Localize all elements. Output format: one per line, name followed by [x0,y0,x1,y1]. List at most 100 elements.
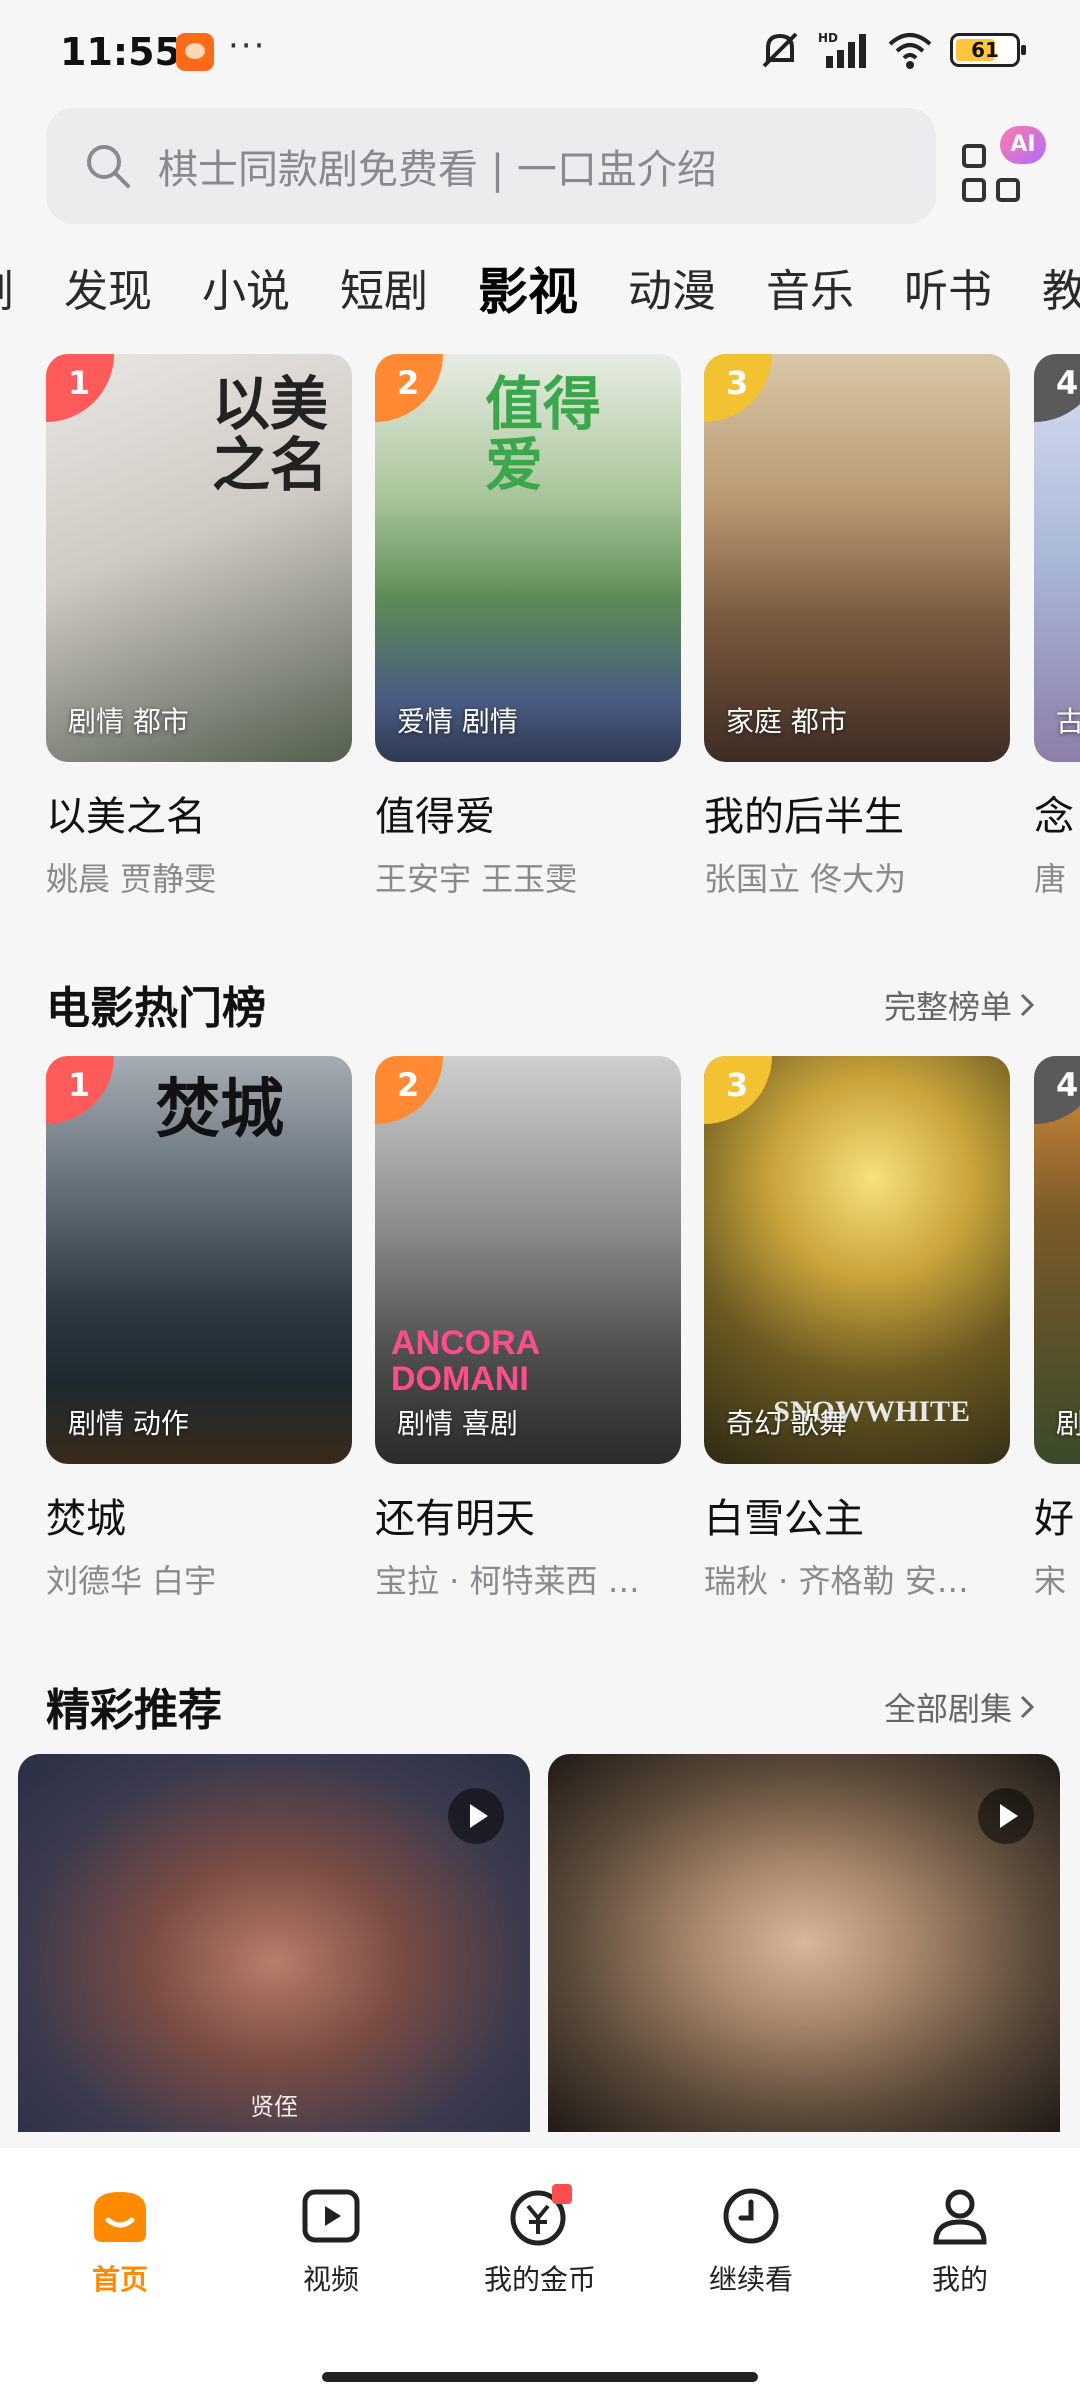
nav-label: 继续看 [708,2263,793,2296]
recommend-video-card[interactable] [548,1754,1060,2132]
movie-card[interactable]: 2 ANCORA DOMANI 剧情 喜剧 还有明天 宝拉 · 柯特莱西 … [375,1056,681,1602]
card-title: 焚城 [46,1496,126,1542]
card-title: 值得爱 [375,794,495,840]
battery-level: 61 [971,38,999,62]
poster-title-art: 焚城 [156,1072,284,1147]
section-title: 精彩推荐 [46,1685,222,1736]
rank-badge: 2 [375,354,443,422]
play-icon[interactable] [448,1788,504,1844]
rank-badge: 3 [704,354,772,422]
category-tabs: 剧发现小说短剧影视动漫音乐听书教 [0,252,1080,332]
drama-card[interactable]: 3 家庭 都市 我的后半生 张国立 佟大为 [704,354,1010,900]
poster-image: 2 值得 爱 爱情 剧情 [375,354,681,762]
nav-label: 视频 [302,2263,359,2296]
genre-tag: 剧情 都市 [68,705,189,738]
card-cast: 宝拉 · 柯特莱西 … [375,1562,640,1600]
rank-badge: 4 [1034,354,1080,422]
all-series-link[interactable]: 全部剧集 [884,1684,1036,1730]
nav-profile[interactable]: 我的 [880,2184,1040,2298]
card-title: 白雪公主 [704,1496,864,1542]
drama-card[interactable]: 4 古 念 唐 [1034,354,1080,900]
tab-8[interactable]: 教 [1042,252,1080,332]
ai-grid-button[interactable]: AI [962,126,1046,208]
genre-tag: 爱情 剧情 [397,705,518,738]
nav-label: 首页 [91,2263,148,2296]
poster-image: 1 以美 之名 剧情 都市 [46,354,352,762]
poster-title-art: 以美 之名 [211,370,328,499]
mute-icon [762,32,798,68]
poster-image: 4 剧 [1034,1056,1080,1464]
card-title: 好 [1034,1496,1074,1542]
card-cast: 刘德华 白宇 [46,1562,217,1600]
more-label: 完整榜单 [883,988,1012,1026]
card-cast: 姚晨 贾静雯 [46,860,217,898]
more-notifications-icon: ··· [228,26,267,66]
poster-title-art: ANCORA DOMANI [391,1324,539,1398]
card-cast: 瑞秋 · 齐格勒 安… [704,1562,969,1600]
card-title: 念 [1034,794,1074,840]
video-icon [299,2184,363,2248]
rank-badge: 4 [1034,1056,1080,1124]
coin-icon [508,2184,572,2248]
card-title: 我的后半生 [704,794,904,840]
movie-card[interactable]: 1 焚城 剧情 动作 焚城 刘德华 白宇 [46,1056,352,1602]
ai-badge: AI [1000,126,1046,164]
card-title: 以美之名 [46,794,206,840]
tab-6[interactable]: 音乐 [766,252,854,332]
tab-2[interactable]: 小说 [202,252,290,332]
card-cast: 唐 [1034,860,1067,898]
search-bar[interactable]: 棋士同款剧免费看 | 一口盅介绍 [46,108,936,224]
tab-0[interactable]: 剧 [0,252,14,332]
card-cast: 张国立 佟大为 [704,860,907,898]
rank-badge: 1 [46,354,114,422]
poster-image: 2 ANCORA DOMANI 剧情 喜剧 [375,1056,681,1464]
grid-cell [962,144,986,168]
nav-home[interactable]: 首页 [40,2184,200,2298]
genre-tag: 家庭 都市 [726,705,847,738]
search-input[interactable]: 棋士同款剧免费看 | 一口盅介绍 [158,137,918,195]
genre-tag: 剧情 动作 [68,1407,189,1440]
card-title: 还有明天 [375,1496,535,1542]
home-indicator[interactable] [322,2372,758,2382]
card-cast: 宋 [1034,1562,1067,1600]
more-label: 全部剧集 [883,1690,1012,1728]
video-subtitle: 贤侄 [250,2093,298,2121]
genre-tag: 奇幻 歌舞 [726,1407,847,1440]
poster-image: 3 SNOWWHITE 奇幻 歌舞 [704,1056,1010,1464]
movie-row: 1 焚城 剧情 动作 焚城 刘德华 白宇 2 ANCORA DOMANI 剧情 … [0,1056,1080,1616]
nav-continue[interactable]: 继续看 [671,2184,831,2298]
card-cast: 王安宇 王玉雯 [375,860,578,898]
full-ranking-link[interactable]: 完整榜单 [884,982,1036,1028]
grid-cell [962,178,986,202]
svg-text:HD: HD [818,31,838,45]
poster-image: 1 焚城 剧情 动作 [46,1056,352,1464]
status-time: 11:55 [60,30,181,74]
movie-card[interactable]: 3 SNOWWHITE 奇幻 歌舞 白雪公主 瑞秋 · 齐格勒 安… [704,1056,1010,1602]
signal-icon: HD [818,31,866,68]
tab-5[interactable]: 动漫 [628,252,716,332]
tab-7[interactable]: 听书 [904,252,992,332]
home-screen: { "status_bar": { "time": "11:55", "dots… [0,0,1080,2401]
bottom-nav: 首页 视频 我的金币 继续看 我的 [0,2148,1080,2401]
drama-card[interactable]: 2 值得 爱 爱情 剧情 值得爱 王安宇 王玉雯 [375,354,681,900]
profile-icon [928,2184,992,2248]
nav-coins[interactable]: 我的金币 [460,2184,620,2298]
drama-card[interactable]: 1 以美 之名 剧情 都市 以美之名 姚晨 贾静雯 [46,354,352,900]
drama-row: 1 以美 之名 剧情 都市 以美之名 姚晨 贾静雯 2 值得 爱 爱情 剧情 值… [0,354,1080,914]
tab-3[interactable]: 短剧 [340,252,428,332]
nav-video[interactable]: 视频 [251,2184,411,2298]
recommend-video-card[interactable]: 贤侄 [18,1754,530,2132]
movie-card[interactable]: 4 剧 好 宋 [1034,1056,1080,1602]
rank-badge: 1 [46,1056,114,1124]
genre-tag: 剧情 喜剧 [397,1407,518,1440]
tab-4[interactable]: 影视 [478,252,578,332]
grid-cell [996,178,1020,202]
rank-badge: 3 [704,1056,772,1124]
play-icon[interactable] [978,1788,1034,1844]
movie-section-header: 电影热门榜 完整榜单 [46,972,1036,1034]
chevron-right-icon [1020,993,1035,1017]
section-title: 电影热门榜 [46,983,266,1034]
app-notification-icon [176,33,214,71]
tab-1[interactable]: 发现 [64,252,152,332]
poster-title-art: 值得 爱 [485,370,602,499]
